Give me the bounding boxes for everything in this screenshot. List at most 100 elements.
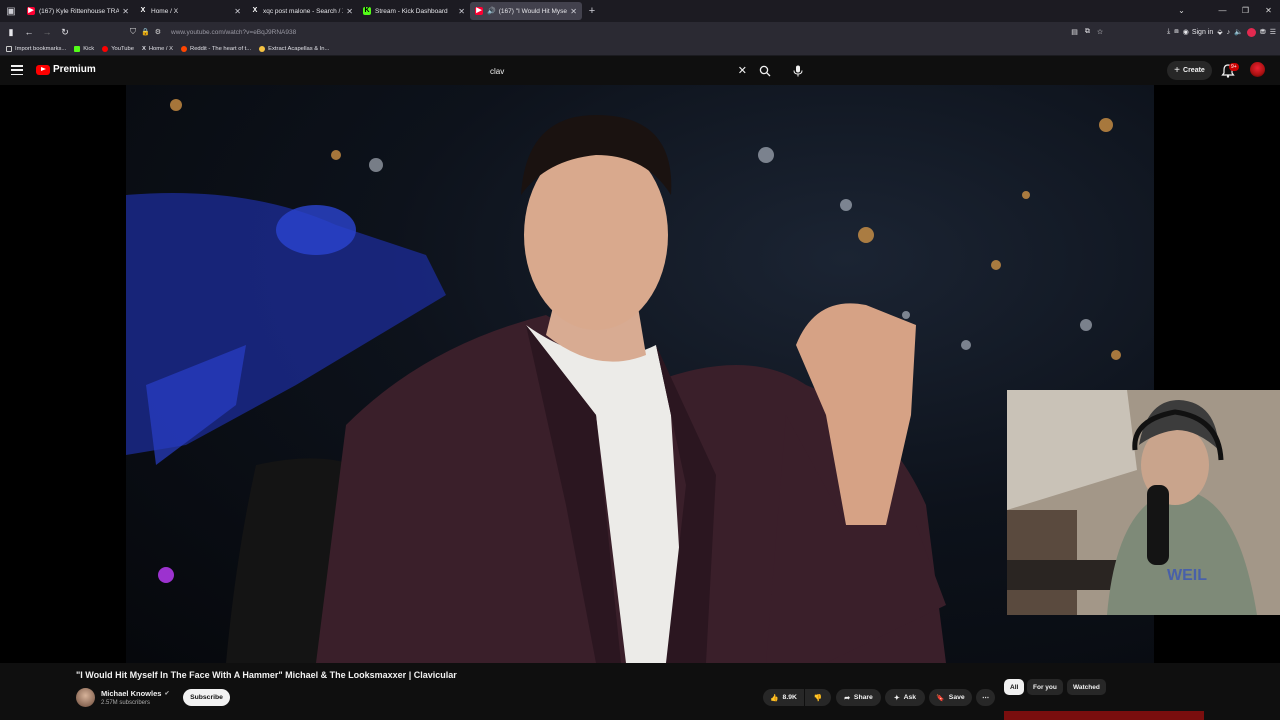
close-tab-icon[interactable]: ✕: [458, 7, 465, 16]
video-title: "I Would Hit Myself In The Face With A H…: [76, 670, 457, 680]
browser-tab[interactable]: X Home / X ✕: [134, 2, 246, 20]
bookmark-x[interactable]: X Home / X: [142, 46, 173, 52]
tab-title: Stream - Kick Dashboard: [375, 7, 448, 15]
sidebar-icon[interactable]: ▮: [2, 23, 20, 41]
reader-view-icon[interactable]: ▤: [1071, 28, 1078, 36]
close-tab-icon[interactable]: ✕: [570, 7, 577, 16]
tab-title: (167) Kyle Rittenhouse TRASHE: [39, 7, 120, 15]
bookmark-import[interactable]: Import bookmarks...: [6, 45, 66, 52]
downloads-icon[interactable]: ⤓: [1167, 28, 1170, 36]
shopping-icon[interactable]: ⛃: [1260, 28, 1266, 36]
media-icon[interactable]: ♪: [1227, 29, 1231, 36]
more-horizontal-icon: ⋯: [982, 694, 989, 702]
browser-tab-active[interactable]: ▶ 🔊 (167) "I Would Hit Myself I ✕: [470, 2, 582, 20]
channel-name[interactable]: Michael Knowles ✔: [101, 689, 169, 698]
close-tab-icon[interactable]: ✕: [234, 7, 241, 16]
volume-icon[interactable]: 🔈: [1234, 28, 1243, 36]
browser-tab[interactable]: K Stream - Kick Dashboard ✕: [358, 2, 470, 20]
new-tab-icon[interactable]: +: [582, 5, 602, 17]
ask-button[interactable]: ✦ Ask: [885, 689, 925, 706]
bookmark-reddit[interactable]: Reddit - The heart of t...: [181, 45, 252, 52]
ask-label: Ask: [903, 694, 917, 701]
chip-watched[interactable]: Watched: [1067, 679, 1106, 695]
bookmark-youtube[interactable]: YouTube: [102, 45, 134, 52]
address-bar[interactable]: ⛉ 🔒 ⚙ www.youtube.com/watch?v=eBqJ9RNA93…: [130, 24, 1085, 40]
youtube-icon: [102, 45, 109, 52]
search-button[interactable]: [755, 61, 775, 81]
youtube-premium-logo[interactable]: Premium: [36, 64, 96, 75]
minimize-icon[interactable]: —: [1211, 0, 1234, 22]
sign-in-button[interactable]: ◉ Sign in: [1183, 28, 1214, 37]
streamer-webcam-overlay: WEIL: [1007, 390, 1280, 615]
logo-text: Premium: [53, 64, 96, 75]
browser-tab[interactable]: ▶ (167) Kyle Rittenhouse TRASHE ✕: [22, 2, 134, 20]
recommended-thumbnail-peek[interactable]: [1004, 711, 1204, 720]
forward-icon[interactable]: →: [38, 23, 56, 41]
more-actions-button[interactable]: ⋯: [976, 689, 995, 706]
sign-in-label: Sign in: [1191, 28, 1214, 36]
create-button[interactable]: + Create: [1167, 61, 1212, 80]
close-tab-icon[interactable]: ✕: [346, 7, 353, 16]
dislike-button[interactable]: 👎: [805, 689, 831, 706]
chip-for-you[interactable]: For you: [1027, 679, 1063, 695]
subscriber-count: 2.57M subscribers: [101, 700, 151, 706]
microphone-icon: [793, 65, 803, 77]
video-player[interactable]: WEIL: [0, 85, 1280, 663]
window-controls: ⌄ — ❐ ✕: [1170, 0, 1280, 22]
youtube-favicon-icon: ▶: [475, 7, 483, 15]
search-query: clav: [490, 66, 505, 76]
x-favicon-icon: X: [140, 7, 146, 14]
close-window-icon[interactable]: ✕: [1257, 0, 1280, 22]
speaker-icon[interactable]: 🔊: [487, 7, 496, 15]
list-all-tabs-icon[interactable]: ⌄: [1170, 0, 1193, 22]
video-scene-image: [126, 99, 1121, 663]
extension-icon[interactable]: ⬙: [1217, 28, 1222, 36]
bookmark-label: Reddit - The heart of t...: [190, 45, 252, 52]
account-avatar[interactable]: [1250, 62, 1265, 77]
sidebar-toggle-icon[interactable]: ▣: [0, 0, 22, 22]
app-menu-icon[interactable]: ☰: [1270, 28, 1276, 36]
permissions-icon[interactable]: ⚙: [155, 28, 161, 36]
url-text: www.youtube.com/watch?v=eBqJ9RNA938: [171, 28, 297, 36]
plus-icon: +: [1174, 65, 1181, 76]
bookmark-acapellas[interactable]: Extract Acapellas & In...: [259, 45, 330, 52]
reload-icon[interactable]: ↻: [56, 23, 74, 41]
browser-nav-bar: ▮ ← → ↻ ⛉ 🔒 ⚙ www.youtube.com/watch?v=eB…: [0, 22, 1280, 42]
subscribe-button[interactable]: Subscribe: [183, 689, 230, 706]
like-button[interactable]: 👍 8.9K: [763, 689, 804, 706]
save-button[interactable]: 🔖 Save: [929, 689, 972, 706]
like-count: 8.9K: [782, 694, 797, 701]
channel-avatar[interactable]: [76, 688, 95, 707]
search-input[interactable]: clav ✕: [483, 61, 751, 81]
chip-all[interactable]: All: [1004, 679, 1025, 695]
voice-search-button[interactable]: [788, 61, 808, 81]
bookmark-kick[interactable]: Kick: [74, 45, 94, 52]
svg-text:WEIL: WEIL: [1167, 567, 1207, 584]
bookmark-label: Extract Acapellas & In...: [268, 45, 330, 52]
back-icon[interactable]: ←: [20, 23, 38, 41]
hamburger-menu-icon[interactable]: [11, 64, 23, 76]
youtube-play-icon: [36, 64, 50, 75]
restore-icon[interactable]: ❐: [1234, 0, 1257, 22]
nav-right-tools: ▤ ⧉ ☆ ⤓ ⧈ ◉ Sign in ⬙ ♪ 🔈 ⛃ ☰: [1071, 22, 1276, 42]
clear-search-icon[interactable]: ✕: [738, 64, 747, 77]
share-arrow-icon: ➦: [844, 694, 850, 702]
sparkle-icon: ✦: [893, 694, 900, 702]
lock-icon[interactable]: 🔒: [141, 28, 150, 36]
x-icon: X: [141, 45, 146, 52]
reddit-icon: [181, 45, 188, 52]
notification-count-badge: 9+: [1229, 63, 1239, 71]
close-tab-icon[interactable]: ✕: [122, 7, 129, 16]
tab-title: Home / X: [151, 7, 179, 15]
share-button[interactable]: ➦ Share: [836, 689, 881, 706]
bookmarks-bar: Import bookmarks... Kick YouTube X Home /…: [0, 42, 1280, 56]
bookmark-star-icon[interactable]: ☆: [1097, 28, 1103, 36]
picture-in-picture-icon[interactable]: ⧉: [1085, 28, 1090, 36]
browser-tab[interactable]: X xqc post malone - Search / X ✕: [246, 2, 358, 20]
video-frame: [126, 85, 1154, 663]
thumbs-up-icon: 👍: [770, 694, 779, 702]
extensions-icon[interactable]: ⧈: [1174, 28, 1178, 36]
shield-icon[interactable]: ⛉: [130, 27, 136, 37]
channel-name-text: Michael Knowles: [101, 689, 162, 698]
profile-extension-icon[interactable]: [1246, 27, 1256, 37]
